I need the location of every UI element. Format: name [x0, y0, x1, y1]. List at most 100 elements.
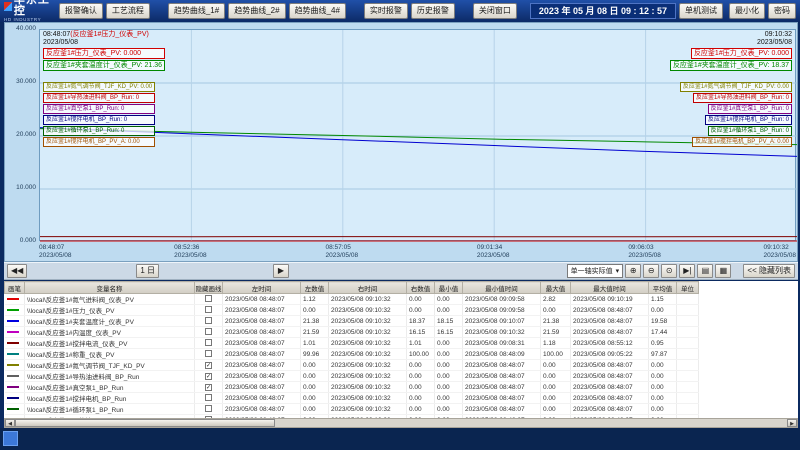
table-row[interactable]: \\local\反应釜1#压力_仪表_PV2023/05/08 08:48:07… [5, 305, 699, 316]
min-time-cell: 2023/05/08 09:09:58 [463, 305, 541, 316]
max-value-cell: 21.38 [541, 316, 571, 327]
table-row[interactable]: \\local\反应釜1#氮气调节阀_TJF_KD_PV✓2023/05/08 … [5, 360, 699, 371]
interval-button[interactable]: 1 日 [136, 264, 159, 278]
legend-left-analog: 反应釜1#压力_仪表_PV: 0.000反应釜1#夹套温度计_仪表_PV: 21… [43, 48, 165, 71]
hide-line-checkbox[interactable] [205, 350, 212, 357]
pen-color-swatch [7, 320, 19, 322]
zoom-out-icon[interactable]: ⊖ [643, 264, 659, 278]
table-row[interactable]: \\local\反应釜1#称重_仪表_PV 2023/05/08 08:48:07… [5, 349, 699, 360]
zoom-in-icon[interactable]: ⊕ [625, 264, 641, 278]
single-test-button[interactable]: 单机测试 [679, 3, 723, 19]
left-value-cell: 99.96 [301, 349, 329, 360]
min-value-cell: 0.00 [435, 382, 463, 393]
max-value-cell: 21.59 [541, 327, 571, 338]
column-header[interactable]: 隐藏画线 [195, 282, 223, 294]
left-time-cell: 2023/05/08 08:48:07 [223, 404, 301, 415]
hide-line-checkbox[interactable] [205, 317, 212, 324]
column-header[interactable]: 最大值时间 [571, 282, 649, 294]
column-header[interactable]: 单位 [677, 282, 699, 294]
table-row[interactable]: \\local\反应釜1#搅拌电机_BP_Run2023/05/08 08:48… [5, 393, 699, 404]
hide-line-checkbox[interactable] [205, 405, 212, 412]
hide-line-checkbox[interactable] [205, 394, 212, 401]
max-time-cell: 2023/05/08 09:05:22 [571, 349, 649, 360]
hide-line-checkbox[interactable] [205, 339, 212, 346]
table-row[interactable]: \\local\反应釜1#真空泵1_BP_Run✓2023/05/08 08:4… [5, 382, 699, 393]
left-value-cell: 21.59 [301, 327, 329, 338]
min-value-cell: 0.00 [435, 404, 463, 415]
legend-item: 反应釜1#导热油进料阀_BP_Run: 0 [43, 93, 155, 103]
legend-item: 反应釜1#搅拌电机_BP_Run: 0 [43, 115, 155, 125]
column-header[interactable]: 右时间 [329, 282, 407, 294]
zoom-reset-icon[interactable]: ⊙ [661, 264, 677, 278]
tick-date: 2023/05/08 [174, 252, 207, 260]
hide-line-cell: ✓ [195, 360, 223, 371]
scrollbar-right-arrow[interactable]: ▶ [787, 419, 797, 427]
column-header[interactable]: 画笔 [5, 282, 25, 294]
axis-mode-select[interactable]: 单一轴实际值 ▾ [567, 264, 624, 278]
variable-name-cell: \\local\反应釜1#称重_仪表_PV [25, 349, 195, 360]
y-axis-label: 20.000 [5, 131, 36, 138]
toolbar-button-8[interactable]: 关闭窗口 [473, 3, 517, 19]
toolbar-button-2[interactable]: 工艺流程 [106, 3, 150, 19]
column-header[interactable]: 最大值 [541, 282, 571, 294]
pen-swatch-cell [5, 404, 25, 415]
scroll-left-button[interactable]: ◀◀ [7, 264, 27, 278]
table-row[interactable]: \\local\反应釜1#循环泵1_BP_Run2023/05/08 08:48… [5, 404, 699, 415]
play-button[interactable]: ▶ [273, 264, 289, 278]
toolbar-button-6[interactable]: 实时报警 [364, 3, 408, 19]
scrollbar-left-arrow[interactable]: ◀ [5, 419, 15, 427]
right-value-cell: 1.01 [407, 338, 435, 349]
horizontal-scrollbar[interactable]: ◀ ▶ [4, 418, 798, 428]
toolbar-button-7[interactable]: 历史报警 [411, 3, 455, 19]
min-time-cell: 2023/05/08 08:48:07 [463, 393, 541, 404]
hide-line-checkbox[interactable]: ✓ [205, 384, 212, 391]
hide-line-checkbox[interactable] [205, 295, 212, 302]
pen-swatch-cell [5, 349, 25, 360]
table-row[interactable]: \\local\反应釜1#内温度_仪表_PV2023/05/08 08:48:0… [5, 327, 699, 338]
axis-mode-value: 单一轴实际值 [571, 266, 613, 276]
column-header[interactable]: 最小值 [435, 282, 463, 294]
table-row[interactable]: \\local\反应釜1#夹套温度计_仪表_PV2023/05/08 08:48… [5, 316, 699, 327]
toolbar-button-5[interactable]: 趋势曲线_4# [289, 3, 346, 19]
legend-item: 反应釜1#氮气调节阀_TJF_KD_PV: 0.00 [680, 82, 792, 92]
hide-line-checkbox[interactable] [205, 328, 212, 335]
max-time-cell: 2023/05/08 08:48:07 [571, 305, 649, 316]
footer-start-button[interactable] [3, 431, 18, 446]
left-time-cell: 2023/05/08 08:48:07 [223, 316, 301, 327]
table-row[interactable]: \\local\反应釜1#搅拌电流_仪表_PV2023/05/08 08:48:… [5, 338, 699, 349]
scrollbar-track[interactable] [15, 419, 787, 427]
max-value-cell: 2.82 [541, 294, 571, 305]
column-header[interactable]: 左数值 [301, 282, 329, 294]
export-icon[interactable]: ▤ [697, 264, 713, 278]
tick-time: 09:10:32 [763, 244, 796, 252]
scrollbar-thumb[interactable] [15, 419, 275, 427]
toolbar-button-1[interactable]: 报警确认 [59, 3, 103, 19]
right-time-cell: 2023/05/08 09:10:32 [329, 349, 407, 360]
table-row[interactable]: \\local\反应釜1#导热油进料阀_BP_Run✓2023/05/08 08… [5, 371, 699, 382]
hide-line-checkbox[interactable]: ✓ [205, 373, 212, 380]
pen-table-region: 画笔变量名称隐藏画线左时间左数值右时间右数值最小值最小值时间最大值最大值时间平均… [4, 281, 798, 418]
legend-item: 反应釜1#导热油进料阀_BP_Run: 0 [693, 93, 792, 103]
column-header[interactable]: 变量名称 [25, 282, 195, 294]
left-time-cell: 2023/05/08 08:48:07 [223, 338, 301, 349]
left-value-cell: 1.12 [301, 294, 329, 305]
left-time-cell: 2023/05/08 08:48:07 [223, 349, 301, 360]
cursor-date: 2023/05/08 [43, 39, 149, 47]
column-header[interactable]: 右数值 [407, 282, 435, 294]
hide-line-checkbox[interactable] [205, 306, 212, 313]
column-header[interactable]: 左时间 [223, 282, 301, 294]
toolbar-button-4[interactable]: 趋势曲线_2# [228, 3, 285, 19]
password-button[interactable]: 密码 [768, 3, 796, 19]
hide-list-button[interactable]: << 隐藏列表 [743, 264, 795, 278]
plot-area[interactable]: 08:48:07(反应釜1#压力_仪表_PV) 2023/05/08 09:10… [39, 29, 796, 241]
table-row[interactable]: \\local\反应釜1#氮气进料阀_仪表_PV2023/05/08 08:48… [5, 294, 699, 305]
column-header[interactable]: 最小值时间 [463, 282, 541, 294]
hide-line-checkbox[interactable]: ✓ [205, 362, 212, 369]
minimize-button[interactable]: 最小化 [729, 3, 765, 19]
step-end-button[interactable]: ▶| [679, 264, 695, 278]
column-header[interactable]: 平均值 [649, 282, 677, 294]
legend-item: 反应釜1#氮气调节阀_TJF_KD_PV: 0.00 [43, 82, 155, 92]
print-icon[interactable]: ▦ [715, 264, 731, 278]
toolbar-button-3[interactable]: 趋势曲线_1# [168, 3, 225, 19]
min-value-cell: 0.00 [435, 360, 463, 371]
